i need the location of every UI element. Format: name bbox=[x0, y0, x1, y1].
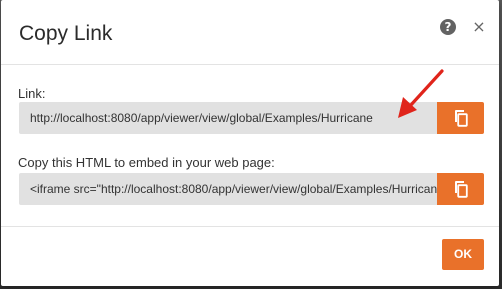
copy-embed-button[interactable] bbox=[437, 173, 484, 205]
help-icon[interactable]: ? bbox=[440, 19, 456, 35]
dialog-title: Copy Link bbox=[19, 22, 113, 45]
link-field[interactable]: http://localhost:8080/app/viewer/view/gl… bbox=[19, 102, 437, 134]
copy-icon bbox=[455, 181, 468, 198]
footer-divider bbox=[1, 226, 499, 227]
copy-icon bbox=[455, 110, 468, 127]
annotation-arrow-icon bbox=[398, 69, 444, 118]
copy-link-dialog: Copy Link ? × Link: http://localhost:808… bbox=[1, 0, 499, 286]
link-label: Link: bbox=[18, 86, 46, 101]
embed-html-field[interactable]: <iframe src="http://localhost:8080/app/v… bbox=[19, 173, 437, 205]
ok-button[interactable]: OK bbox=[442, 239, 484, 270]
dialog-header: Copy Link ? × bbox=[1, 0, 499, 65]
embed-label: Copy this HTML to embed in your web page… bbox=[18, 155, 275, 170]
close-icon[interactable]: × bbox=[472, 18, 486, 36]
